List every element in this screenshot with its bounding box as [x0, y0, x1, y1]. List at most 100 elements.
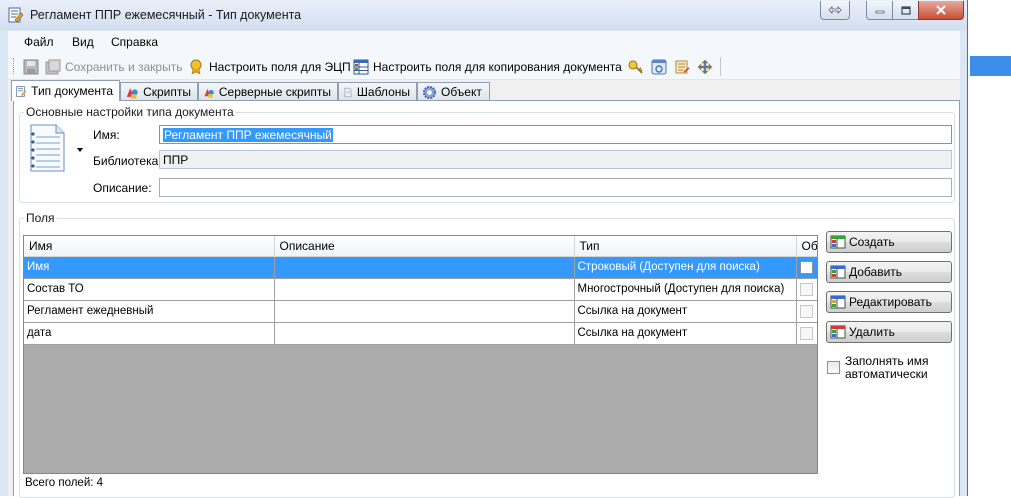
table-row[interactable]: Регламент ежедневный Ссылка на документ: [24, 300, 817, 323]
menu-file[interactable]: Файл: [24, 35, 54, 49]
cell-description[interactable]: [274, 256, 575, 279]
table-row[interactable]: Состав ТО Многострочный (Доступен для по…: [24, 278, 817, 301]
cell-required[interactable]: [796, 256, 817, 279]
cell-name[interactable]: дата: [24, 322, 275, 345]
cell-description[interactable]: [274, 322, 575, 345]
desktop-highlight-bar: [970, 56, 1011, 76]
template-page-icon: [344, 87, 352, 97]
description-label: Описание:: [93, 181, 152, 195]
create-button[interactable]: Создать: [826, 231, 952, 253]
table-edit-icon: [830, 295, 846, 309]
name-value: Регламент ППР ежемесячный: [163, 128, 333, 142]
menu-bar: Файл Вид Справка: [8, 31, 960, 53]
required-checkbox[interactable]: [799, 260, 813, 274]
cell-name[interactable]: Состав ТО: [24, 278, 275, 301]
cell-description[interactable]: [274, 300, 575, 323]
save-close-icon: [45, 59, 61, 75]
copy-fields-button[interactable]: Настроить поля для копирования документа: [353, 57, 622, 77]
close-icon: [936, 5, 946, 15]
column-header-type[interactable]: Тип: [574, 236, 797, 257]
edit-button[interactable]: Редактировать: [826, 291, 952, 313]
required-checkbox[interactable]: [799, 326, 813, 340]
menu-view[interactable]: Вид: [72, 35, 94, 49]
required-checkbox[interactable]: [799, 304, 813, 318]
gear-icon: [422, 85, 437, 99]
auto-name-label: Заполнять имя автоматически: [845, 354, 929, 381]
ecp-fields-label: Настроить поля для ЭЦП: [209, 60, 351, 74]
close-button[interactable]: [918, 1, 964, 20]
column-header-description[interactable]: Описание: [274, 236, 575, 257]
tab-label: Скрипты: [143, 85, 191, 99]
copy-fields-label: Настроить поля для копирования документа: [373, 60, 622, 74]
tab-object[interactable]: Объект: [417, 82, 490, 101]
key-tool-button[interactable]: [628, 57, 648, 77]
auto-name-checkbox[interactable]: [827, 361, 840, 374]
cell-type[interactable]: Многострочный (Доступен для поиска): [574, 278, 797, 301]
window-settings-icon: [651, 59, 667, 75]
title-bar: Регламент ППР ежемесячный - Тип документ…: [0, 0, 967, 30]
grid-table-icon: [353, 59, 369, 75]
move-button[interactable]: [697, 57, 717, 77]
column-header-name[interactable]: Имя: [24, 236, 275, 257]
cell-type[interactable]: Строковый (Доступен для поиска): [574, 256, 797, 279]
create-label: Создать: [849, 235, 895, 249]
shapes-icon: [126, 87, 138, 99]
arrows-icon: [828, 6, 842, 14]
table-row[interactable]: Имя Строковый (Доступен для поиска): [24, 256, 817, 279]
table-add-icon: [830, 235, 846, 249]
library-label: Библиотека:: [93, 154, 162, 168]
save-button[interactable]: [23, 57, 43, 77]
grid-header-row: Имя Описание Тип Об: [24, 236, 817, 257]
tab-templates[interactable]: Шаблоны: [338, 82, 417, 101]
maximize-icon: [900, 5, 911, 15]
tab-document-type[interactable]: Тип документа: [11, 80, 120, 101]
toolbar-grip[interactable]: [13, 58, 16, 74]
minimize-icon: [875, 10, 884, 14]
move-arrows-icon: [697, 59, 713, 75]
scroll-icon: [675, 60, 690, 74]
properties-button[interactable]: [651, 57, 671, 77]
cell-name[interactable]: Регламент ежедневный: [24, 300, 275, 323]
column-header-required[interactable]: Об: [796, 236, 817, 257]
table-delete-icon: [830, 325, 846, 339]
cell-name[interactable]: Имя: [24, 256, 275, 279]
document-type-window: Регламент ППР ежемесячный - Тип документ…: [0, 0, 968, 498]
document-type-panel: Основные настройки типа документа Имя: Р…: [13, 100, 960, 498]
script-button[interactable]: [674, 57, 694, 77]
save-close-button[interactable]: Сохранить и закрыть: [45, 57, 182, 77]
description-input[interactable]: [159, 178, 952, 197]
fields-grid[interactable]: Имя Описание Тип Об Имя Строковый (Досту…: [23, 235, 818, 474]
document-icon-picker[interactable]: [23, 121, 83, 177]
ecp-fields-button[interactable]: Настроить поля для ЭЦП: [189, 57, 351, 77]
minimize-button[interactable]: [866, 1, 893, 20]
switch-window-button[interactable]: [820, 1, 850, 20]
cell-required[interactable]: [796, 300, 817, 323]
cell-required[interactable]: [796, 278, 817, 301]
table-add-icon: [830, 265, 846, 279]
add-button[interactable]: Добавить: [826, 261, 952, 283]
maximize-button[interactable]: [892, 1, 919, 20]
tab-label: Шаблоны: [356, 85, 410, 99]
delete-button[interactable]: Удалить: [826, 321, 952, 343]
delete-label: Удалить: [849, 325, 895, 339]
cell-type[interactable]: Ссылка на документ: [574, 322, 797, 345]
menu-help[interactable]: Справка: [111, 35, 158, 49]
cell-type[interactable]: Ссылка на документ: [574, 300, 797, 323]
main-settings-title: Основные настройки типа документа: [24, 105, 236, 119]
fields-total-status: Всего полей: 4: [25, 477, 104, 489]
fields-group-title: Поля: [24, 211, 57, 225]
edit-label: Редактировать: [849, 295, 932, 309]
toolbar: Сохранить и закрыть Настроить поля для Э…: [8, 53, 960, 80]
dropdown-arrow-icon: [77, 148, 83, 152]
key-icon: [628, 60, 643, 74]
cell-required[interactable]: [796, 322, 817, 345]
tab-scripts[interactable]: Скрипты: [120, 82, 198, 101]
cell-description[interactable]: [274, 278, 575, 301]
tab-server-scripts[interactable]: Серверные скрипты: [198, 82, 338, 101]
table-row[interactable]: дата Ссылка на документ: [24, 322, 817, 345]
tab-label: Объект: [441, 85, 482, 99]
add-label: Добавить: [849, 265, 903, 279]
required-checkbox[interactable]: [799, 282, 813, 296]
toolbar-separator: [720, 57, 721, 76]
name-input[interactable]: Регламент ППР ежемесячный: [159, 125, 952, 144]
